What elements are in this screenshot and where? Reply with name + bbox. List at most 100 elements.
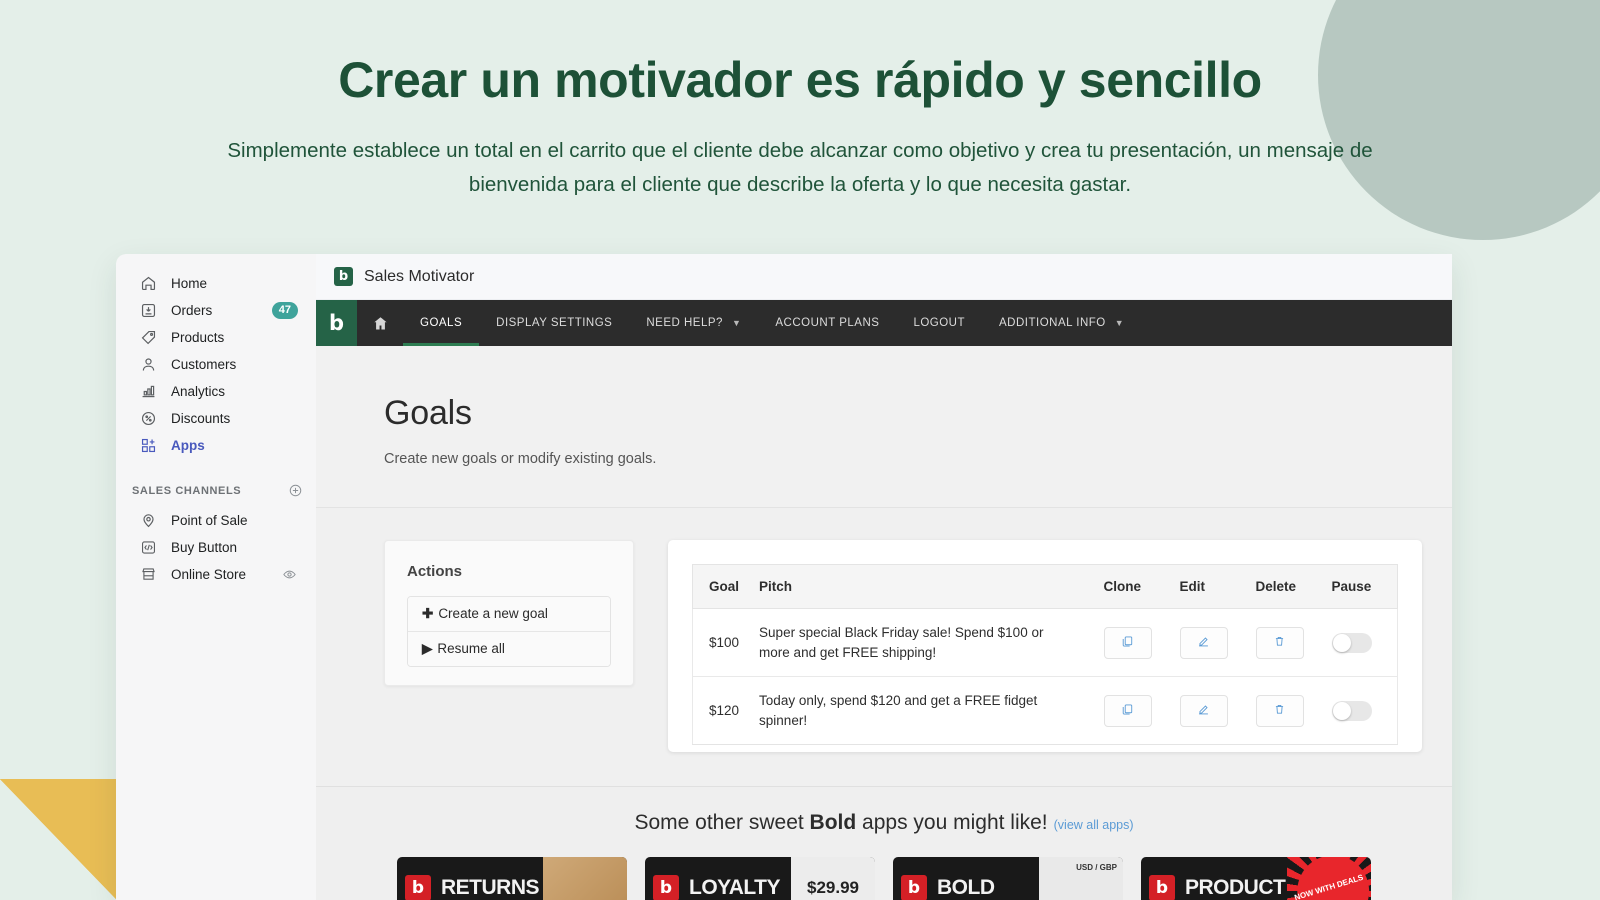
delete-button[interactable] xyxy=(1255,626,1304,659)
delete-button[interactable] xyxy=(1255,694,1304,727)
orders-count-badge: 47 xyxy=(271,301,298,320)
sidebar-item-label: Customers xyxy=(171,357,237,372)
goal-pitch: Super special Black Friday sale! Spend $… xyxy=(749,608,1094,678)
tab-display-settings[interactable]: DISPLAY SETTINGS xyxy=(479,300,629,346)
view-all-apps-link[interactable]: (view all apps) xyxy=(1054,818,1134,832)
orders-icon xyxy=(138,301,158,321)
edit-cell xyxy=(1169,608,1246,678)
edit-button[interactable] xyxy=(1179,694,1228,727)
app-window: Home Orders 47 Products Customers Analyt… xyxy=(116,254,1452,900)
clone-button[interactable] xyxy=(1103,694,1152,727)
loyalty-price-art: $29.99 xyxy=(791,857,875,900)
bold-logo-icon: b xyxy=(405,875,431,900)
create-new-goal-button[interactable]: ✚ Create a new goal xyxy=(408,597,610,631)
hero-section: Crear un motivador es rápido y sencillo … xyxy=(0,0,1600,202)
pause-cell xyxy=(1321,608,1398,678)
plus-icon: ✚ xyxy=(422,606,434,621)
goal-amount: $120 xyxy=(692,676,750,746)
sidebar-item-label: Orders xyxy=(171,303,213,318)
pause-toggle[interactable] xyxy=(1331,632,1372,653)
apps-grid-plus-icon xyxy=(138,436,158,456)
goal-amount: $100 xyxy=(692,608,750,678)
location-pin-icon xyxy=(138,511,158,531)
tab-label: ACCOUNT PLANS xyxy=(775,317,880,329)
page-title: Crear un motivador es rápido y sencillo xyxy=(338,52,1262,108)
tab-additional-info[interactable]: ADDITIONAL INFO ▼ xyxy=(982,300,1141,346)
promo-card-name: PRODUCT xyxy=(1185,876,1286,899)
promo-title: Some other sweet Bold apps you might lik… xyxy=(316,811,1452,835)
column-goal: Goal xyxy=(692,564,750,609)
sidebar-item-label: Point of Sale xyxy=(171,513,248,528)
promo-title-bold: Bold xyxy=(809,811,857,834)
currency-art-label: USD / GBP xyxy=(1076,863,1117,872)
table-row: $120 Today only, spend $120 and get a FR… xyxy=(692,676,1398,746)
play-icon: ▶ xyxy=(422,641,433,656)
sidebar-item-customers[interactable]: Customers xyxy=(122,351,310,378)
tab-label: LOGOUT xyxy=(913,317,965,329)
goals-table: Goal Pitch Clone Edit Delete Pause $100 xyxy=(692,564,1398,746)
sidebar-item-discounts[interactable]: Discounts xyxy=(122,405,310,432)
sidebar-item-products[interactable]: Products xyxy=(122,324,310,351)
promo-cards: b RETURNS b LOYALTY $29.99 b BOLD USD / … xyxy=(316,857,1452,900)
plus-circle-icon[interactable] xyxy=(288,483,304,499)
sidebar-item-label: Analytics xyxy=(171,384,226,399)
app-titlebar: b Sales Motivator xyxy=(316,254,1452,300)
sidebar-item-buy-button[interactable]: Buy Button xyxy=(122,534,310,561)
trash-icon xyxy=(1273,703,1286,719)
promo-card-name: LOYALTY xyxy=(689,876,781,899)
promo-title-suffix: apps you might like! xyxy=(856,811,1048,834)
eye-icon[interactable] xyxy=(282,567,298,583)
sidebar-item-label: Home xyxy=(171,276,208,291)
bold-logo-icon: b xyxy=(653,875,679,900)
sidebar-item-point-of-sale[interactable]: Point of Sale xyxy=(122,507,310,534)
tab-goals[interactable]: GOALS xyxy=(403,300,480,346)
pause-toggle[interactable] xyxy=(1331,700,1372,721)
sidebar-item-apps[interactable]: Apps xyxy=(122,432,310,459)
action-label: Resume all xyxy=(437,641,505,656)
sidebar-item-analytics[interactable]: Analytics xyxy=(122,378,310,405)
column-edit: Edit xyxy=(1169,564,1246,609)
sales-channels-title: SALES CHANNELS xyxy=(132,485,242,497)
clone-cell xyxy=(1093,676,1170,746)
chevron-down-icon: ▼ xyxy=(1114,318,1125,328)
analytics-bars-icon xyxy=(138,382,158,402)
sidebar-item-label: Buy Button xyxy=(171,540,238,555)
pencil-edit-icon xyxy=(1197,703,1210,719)
promo-card-product[interactable]: b PRODUCT NOW WITH DEALS xyxy=(1141,857,1371,900)
tab-label: DISPLAY SETTINGS xyxy=(496,317,613,329)
promo-title-prefix: Some other sweet xyxy=(634,811,810,834)
sidebar-item-label: Online Store xyxy=(171,567,247,582)
promo-card-bold[interactable]: b BOLD USD / GBP xyxy=(893,857,1123,900)
currency-switcher-art: USD / GBP xyxy=(1039,857,1123,900)
code-brackets-icon xyxy=(138,538,158,558)
tab-account-plans[interactable]: ACCOUNT PLANS xyxy=(758,300,896,346)
promo-card-name: RETURNS xyxy=(441,876,540,899)
hero-subtitle: Simplemente establece un total en el car… xyxy=(220,134,1380,202)
sidebar-item-home[interactable]: Home xyxy=(122,270,310,297)
goals-body: Actions ✚ Create a new goal ▶ Resume all xyxy=(316,508,1452,786)
hero-subtitle-line1: Simplemente establece un total en el car… xyxy=(227,139,1233,162)
clone-cell xyxy=(1093,608,1170,678)
home-solid-icon[interactable] xyxy=(357,300,403,346)
resume-all-button[interactable]: ▶ Resume all xyxy=(408,631,610,666)
table-row: $100 Super special Black Friday sale! Sp… xyxy=(692,608,1398,678)
tab-need-help[interactable]: NEED HELP? ▼ xyxy=(629,300,758,346)
embedded-app-pane: b Sales Motivator b GOALS DISPLAY SETTIN… xyxy=(316,254,1452,900)
table-header: Goal Pitch Clone Edit Delete Pause xyxy=(692,564,1398,609)
actions-list: ✚ Create a new goal ▶ Resume all xyxy=(407,596,611,667)
sidebar-item-orders[interactable]: Orders 47 xyxy=(122,297,310,324)
column-pause: Pause xyxy=(1321,564,1398,609)
bold-brand-icon[interactable]: b xyxy=(316,300,357,346)
sidebar-item-label: Apps xyxy=(171,438,205,453)
pause-cell xyxy=(1321,676,1398,746)
promo-card-returns[interactable]: b RETURNS xyxy=(397,857,627,900)
promo-card-loyalty[interactable]: b LOYALTY $29.99 xyxy=(645,857,875,900)
tab-logout[interactable]: LOGOUT xyxy=(896,300,982,346)
copy-icon xyxy=(1121,703,1134,719)
clone-button[interactable] xyxy=(1103,626,1152,659)
sidebar-item-online-store[interactable]: Online Store xyxy=(122,561,310,588)
column-clone: Clone xyxy=(1093,564,1170,609)
storefront-icon xyxy=(138,565,158,585)
edit-button[interactable] xyxy=(1179,626,1228,659)
discounts-percent-icon xyxy=(138,409,158,429)
